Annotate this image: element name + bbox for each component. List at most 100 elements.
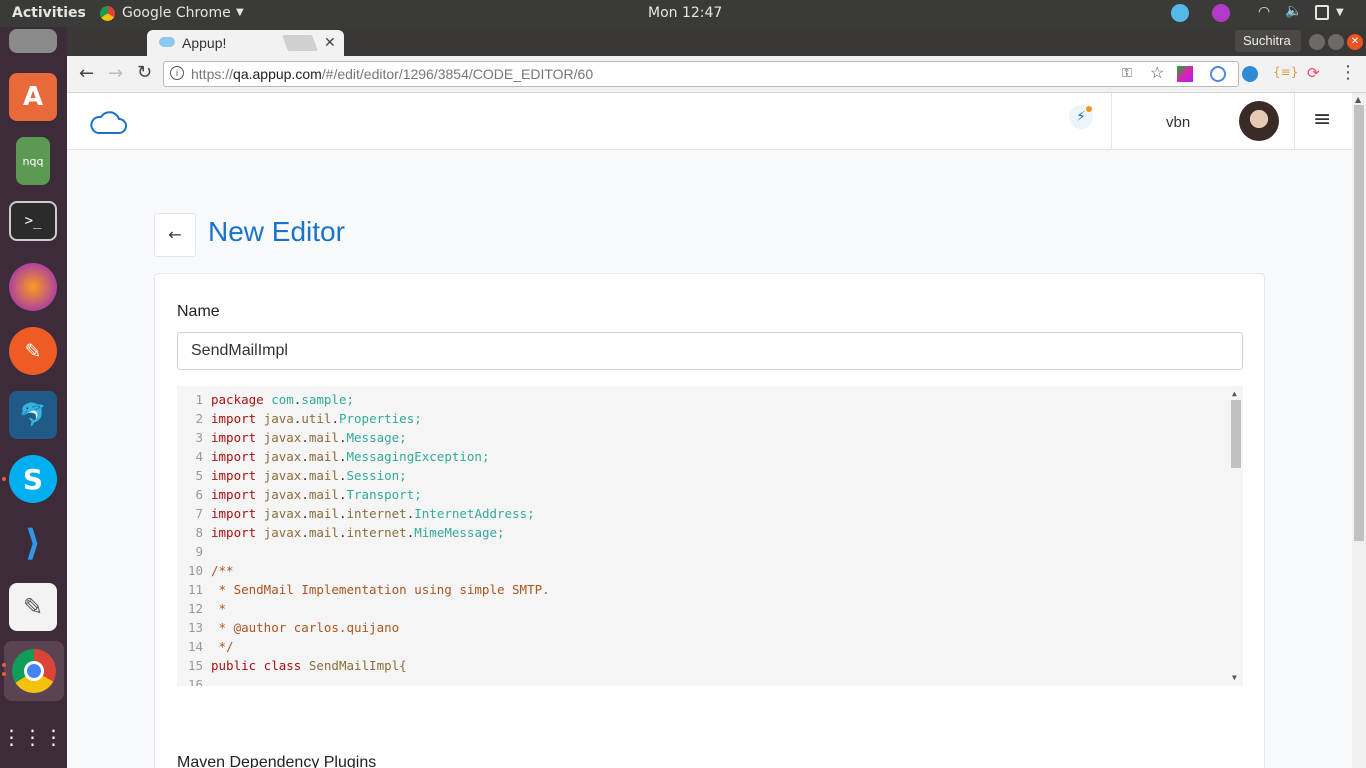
extension-5-icon[interactable]: ⟳: [1307, 64, 1320, 82]
chrome-logo-icon: [12, 649, 56, 693]
line-number: 7: [195, 506, 203, 521]
page-title: New Editor: [208, 216, 345, 247]
new-tab-button[interactable]: [282, 35, 318, 51]
firefox-dev-icon[interactable]: [9, 263, 57, 311]
line-number: 15: [187, 658, 203, 673]
software-center-icon[interactable]: A: [9, 73, 57, 121]
page-scroll-up-icon[interactable]: ▲: [1355, 95, 1361, 104]
maven-section-label: Maven Dependency Plugins: [177, 754, 377, 768]
cloud-favicon-icon: [159, 37, 175, 47]
extension-3-icon[interactable]: [1242, 66, 1258, 82]
line-number: 10: [187, 563, 203, 578]
line-number: 9: [195, 544, 203, 559]
power-menu-icon[interactable]: [1315, 5, 1329, 20]
user-name[interactable]: vbn: [1166, 114, 1190, 131]
postman-icon[interactable]: ✎: [9, 327, 57, 375]
header-divider: [1294, 93, 1295, 150]
power-menu-chevron-icon[interactable]: ▼: [1336, 7, 1344, 18]
name-input[interactable]: [177, 332, 1243, 370]
show-applications-icon[interactable]: ⋮⋮⋮: [2, 713, 64, 761]
code-line: package com.sample;: [211, 392, 355, 407]
chrome-dock-icon[interactable]: [4, 641, 64, 701]
close-window-icon[interactable]: ✕: [1347, 34, 1363, 50]
hamburger-menu-icon[interactable]: ≡: [1313, 107, 1331, 132]
wifi-icon[interactable]: ◠: [1258, 4, 1270, 20]
info-icon[interactable]: i: [170, 66, 184, 80]
tab-title: Appup!: [182, 35, 227, 51]
code-line: import javax.mail.Transport;: [211, 487, 422, 502]
json-viewer-icon[interactable]: {≡}: [1273, 65, 1298, 79]
vscode-icon[interactable]: ⟩: [9, 519, 57, 567]
extension-2-icon[interactable]: [1210, 66, 1226, 82]
page-scrollbar[interactable]: ▲: [1352, 93, 1366, 768]
line-number: 6: [195, 487, 203, 502]
line-number: 11: [187, 582, 203, 597]
back-icon[interactable]: ←: [79, 63, 94, 84]
scroll-down-icon[interactable]: ▼: [1232, 673, 1237, 682]
code-line: import javax.mail.Session;: [211, 468, 407, 483]
app-header: ⚡ vbn ≡: [67, 93, 1352, 150]
code-line: /**: [211, 563, 234, 578]
bookmark-star-icon[interactable]: ☆: [1150, 63, 1164, 83]
reload-icon[interactable]: ↻: [137, 62, 152, 83]
line-number: 12: [187, 601, 203, 616]
line-number: 4: [195, 449, 203, 464]
scroll-up-icon[interactable]: ▲: [1232, 389, 1237, 398]
code-scrollbar-thumb[interactable]: [1231, 400, 1241, 468]
page-scrollbar-thumb[interactable]: [1354, 105, 1364, 541]
chrome-tab-strip: Appup! ✕ Suchitra ✕: [67, 27, 1366, 56]
app-menu-chevron-icon[interactable]: ▼: [236, 7, 244, 18]
notepadqq-label: nqq: [22, 154, 44, 168]
chrome-menu-icon[interactable]: ⋮: [1339, 62, 1357, 83]
back-button[interactable]: ←: [154, 213, 196, 257]
ubuntu-dock: A nqq >_ ✎ 🐬 S ⟩ ✎ ⋮⋮⋮: [0, 27, 67, 768]
files-icon[interactable]: [9, 29, 57, 53]
mysql-workbench-icon[interactable]: 🐬: [9, 391, 57, 439]
text-editor-icon[interactable]: ✎: [9, 583, 57, 631]
header-divider: [1111, 93, 1112, 150]
code-scrollbar[interactable]: ▲ ▼: [1229, 386, 1243, 686]
page-viewport: ⚡ vbn ≡ ← New Editor Name 12345678910111…: [67, 93, 1352, 768]
activities-button[interactable]: Activities: [12, 5, 86, 21]
minimize-icon[interactable]: [1309, 34, 1325, 50]
line-number: 16: [187, 677, 203, 686]
extension-1-icon[interactable]: [1177, 66, 1193, 82]
skype-icon[interactable]: S: [9, 455, 57, 503]
forward-icon[interactable]: →: [108, 63, 123, 84]
address-bar[interactable]: i https://qa.appup.com/#/edit/editor/129…: [163, 61, 1239, 87]
code-line: import javax.mail.Message;: [211, 430, 407, 445]
volume-icon[interactable]: 🔈: [1285, 3, 1302, 19]
ubuntu-top-bar: Activities Google Chrome ▼ Mon 12:47 ◠ 🔈…: [0, 0, 1366, 27]
line-number: 8: [195, 525, 203, 540]
appup-cloud-logo-icon[interactable]: [89, 109, 127, 135]
code-line: import javax.mail.internet.InternetAddre…: [211, 506, 535, 521]
chrome-running-indicator: [2, 663, 6, 667]
editor-card: Name 12345678910111213141516 package com…: [154, 273, 1265, 768]
firefox-tray-icon[interactable]: [1212, 4, 1230, 22]
code-editor[interactable]: 1 2 3 4 5 6 7 8 9 10 11 12 13 14 15 16 package com.samp…: [177, 386, 1243, 686]
code-line: import javax.mail.internet.MimeMessage;: [211, 525, 505, 540]
line-number: 14: [187, 639, 203, 654]
key-icon[interactable]: ⚿: [1122, 65, 1132, 81]
line-number: 3: [195, 430, 203, 445]
maximize-icon[interactable]: [1328, 34, 1344, 50]
avatar[interactable]: [1239, 101, 1279, 141]
name-label: Name: [177, 303, 220, 320]
line-number: 5: [195, 468, 203, 483]
code-line: *: [211, 601, 227, 616]
chrome-toolbar: ← → ↻ i https://qa.appup.com/#/edit/edit…: [67, 56, 1366, 93]
code-line: public class SendMailImpl{: [211, 658, 407, 673]
skype-tray-icon[interactable]: [1171, 4, 1189, 22]
profile-button[interactable]: Suchitra: [1235, 30, 1301, 52]
app-menu[interactable]: Google Chrome: [122, 5, 231, 21]
tab-close-icon[interactable]: ✕: [324, 34, 336, 51]
code-line: * SendMail Implementation using simple S…: [211, 582, 550, 597]
clock[interactable]: Mon 12:47: [648, 5, 722, 21]
url-host: qa.appup.com: [233, 66, 322, 82]
line-number: 1: [195, 392, 203, 407]
chrome-running-indicator: [2, 672, 6, 676]
notepadqq-icon[interactable]: nqq: [16, 137, 50, 185]
terminal-icon[interactable]: >_: [9, 201, 57, 241]
code-line: import javax.mail.MessagingException;: [211, 449, 490, 464]
chrome-app-icon: [100, 6, 115, 21]
